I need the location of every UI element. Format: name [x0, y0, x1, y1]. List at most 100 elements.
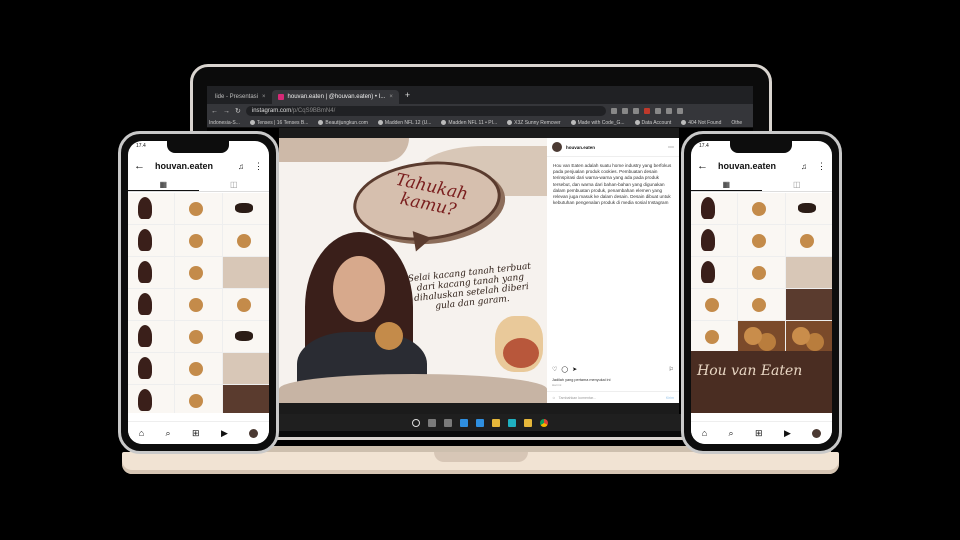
grid-post[interactable] [128, 321, 175, 352]
puzzle-icon[interactable] [654, 108, 661, 114]
grid-post[interactable] [691, 225, 738, 256]
grid-post[interactable] [175, 321, 222, 352]
grid-post[interactable] [175, 193, 222, 224]
reels-icon[interactable]: ▶ [784, 428, 791, 439]
back-arrow-icon[interactable]: ← [134, 160, 145, 172]
download-icon[interactable] [665, 108, 672, 114]
search-icon[interactable]: ⌕ [729, 428, 734, 439]
tagged-icon[interactable]: ◫ [199, 178, 270, 191]
extension-icon[interactable] [643, 108, 650, 114]
more-icon[interactable]: ⋮ [254, 161, 263, 172]
grid-post[interactable] [785, 225, 832, 256]
grid-post[interactable] [691, 257, 738, 288]
bookmark-item[interactable]: Data Account [634, 120, 671, 126]
profile-avatar-icon[interactable] [812, 428, 822, 438]
grid-post[interactable] [128, 289, 175, 320]
forward-icon[interactable]: → [223, 108, 230, 115]
back-icon[interactable]: ← [211, 108, 218, 115]
reload-icon[interactable]: ↻ [235, 107, 241, 115]
bookmark-item[interactable]: Othe [731, 120, 742, 126]
chrome-icon[interactable] [540, 418, 548, 427]
grid-post[interactable] [785, 193, 832, 224]
grid-post[interactable] [222, 289, 269, 320]
grid-post[interactable] [222, 225, 269, 256]
post-image[interactable]: Tahukah kamu? Selai kacang tanah terbuat… [279, 138, 547, 403]
add-post-icon[interactable]: ⊞ [192, 428, 200, 439]
grid-post[interactable] [691, 321, 738, 352]
store-icon[interactable] [460, 418, 468, 427]
grid-post[interactable] [128, 353, 175, 384]
grid-post[interactable] [128, 193, 175, 224]
grid-post[interactable] [738, 321, 785, 352]
bookmark-item[interactable]: Made with Code_G... [570, 120, 625, 126]
grid-post[interactable] [222, 353, 269, 384]
add-post-icon[interactable]: ⊞ [755, 428, 763, 439]
bookmark-icon[interactable]: ⚐ [669, 366, 674, 373]
grid-post[interactable] [691, 289, 738, 320]
new-tab-button[interactable]: + [399, 90, 416, 100]
grid-post[interactable] [222, 257, 269, 288]
bell-icon[interactable]: ♫ [801, 162, 807, 171]
grid-post[interactable] [222, 321, 269, 352]
tab-instagram[interactable]: houvan.eaten | @houvan.eaten) • I... × [271, 90, 399, 104]
url-input[interactable]: instagram.com/p/CqS9BBmN4/ [245, 106, 606, 116]
bookmark-item[interactable]: Indonesia-S... [209, 120, 240, 126]
reels-icon[interactable]: ▶ [221, 428, 228, 439]
grid-post[interactable] [175, 385, 222, 413]
share-icon[interactable]: ➤ [572, 366, 577, 373]
post-username[interactable]: houvan.eaten [566, 145, 595, 150]
bookmark-item[interactable]: X3Z Sunny Remover [507, 120, 561, 126]
grid-post[interactable] [175, 225, 222, 256]
comment-input[interactable]: Tambahkan komentar... [559, 396, 596, 400]
grid-post[interactable] [785, 289, 832, 320]
more-icon[interactable]: ⋮ [817, 161, 826, 172]
grid-post[interactable] [128, 225, 175, 256]
home-icon[interactable]: ⌂ [139, 428, 144, 438]
close-icon[interactable]: × [262, 94, 266, 100]
bookmark-item[interactable]: Tenses | 16 Tenses B... [249, 120, 308, 126]
extension-icon[interactable] [621, 108, 628, 114]
bookmark-item[interactable]: 404 Not Found [681, 120, 721, 126]
grid-post[interactable] [175, 289, 222, 320]
comment-icon[interactable]: ◯ [561, 366, 568, 373]
edge-icon[interactable] [476, 418, 484, 427]
widgets-icon[interactable] [444, 418, 452, 427]
bookmark-item[interactable]: Madden NFL 12 (U... [377, 120, 431, 126]
close-icon[interactable]: × [389, 94, 393, 100]
grid-post[interactable] [738, 289, 785, 320]
grid-post[interactable] [738, 193, 785, 224]
bell-icon[interactable]: ♫ [238, 162, 244, 171]
grid-post[interactable] [738, 257, 785, 288]
emoji-icon[interactable]: ☺ [552, 396, 556, 400]
search-icon[interactable]: ⌕ [166, 428, 171, 439]
grid-post[interactable] [128, 385, 175, 413]
file-explorer-icon[interactable] [492, 418, 500, 427]
extension-icon[interactable] [632, 108, 639, 114]
sidebar-icon[interactable] [676, 108, 683, 114]
tagged-icon[interactable]: ◫ [762, 178, 833, 191]
grid-post[interactable] [128, 257, 175, 288]
windows-start-icon[interactable] [412, 418, 420, 427]
extension-icon[interactable] [610, 108, 617, 114]
task-view-icon[interactable] [428, 418, 436, 427]
bookmark-item[interactable]: Beautijungkun.com [318, 120, 368, 126]
grid-post[interactable] [785, 321, 832, 352]
app-icon[interactable] [508, 418, 516, 427]
grid-post[interactable] [691, 193, 738, 224]
back-arrow-icon[interactable]: ← [697, 160, 708, 172]
profile-avatar-icon[interactable] [249, 428, 259, 438]
grid-icon[interactable]: ▦ [691, 178, 762, 191]
folder-icon[interactable] [524, 418, 532, 427]
grid-post[interactable] [785, 257, 832, 288]
grid-post[interactable] [738, 225, 785, 256]
home-icon[interactable]: ⌂ [702, 428, 707, 438]
grid-icon[interactable]: ▦ [128, 178, 199, 191]
post-comment-button[interactable]: Kirim [666, 396, 674, 400]
grid-post[interactable] [222, 385, 269, 413]
more-icon[interactable]: ⋯ [668, 144, 674, 151]
avatar[interactable] [552, 142, 562, 152]
heart-icon[interactable]: ♡ [552, 366, 557, 373]
grid-post[interactable] [175, 353, 222, 384]
grid-post[interactable] [175, 257, 222, 288]
bookmark-item[interactable]: Madden NFL 11 • PI... [441, 120, 497, 126]
